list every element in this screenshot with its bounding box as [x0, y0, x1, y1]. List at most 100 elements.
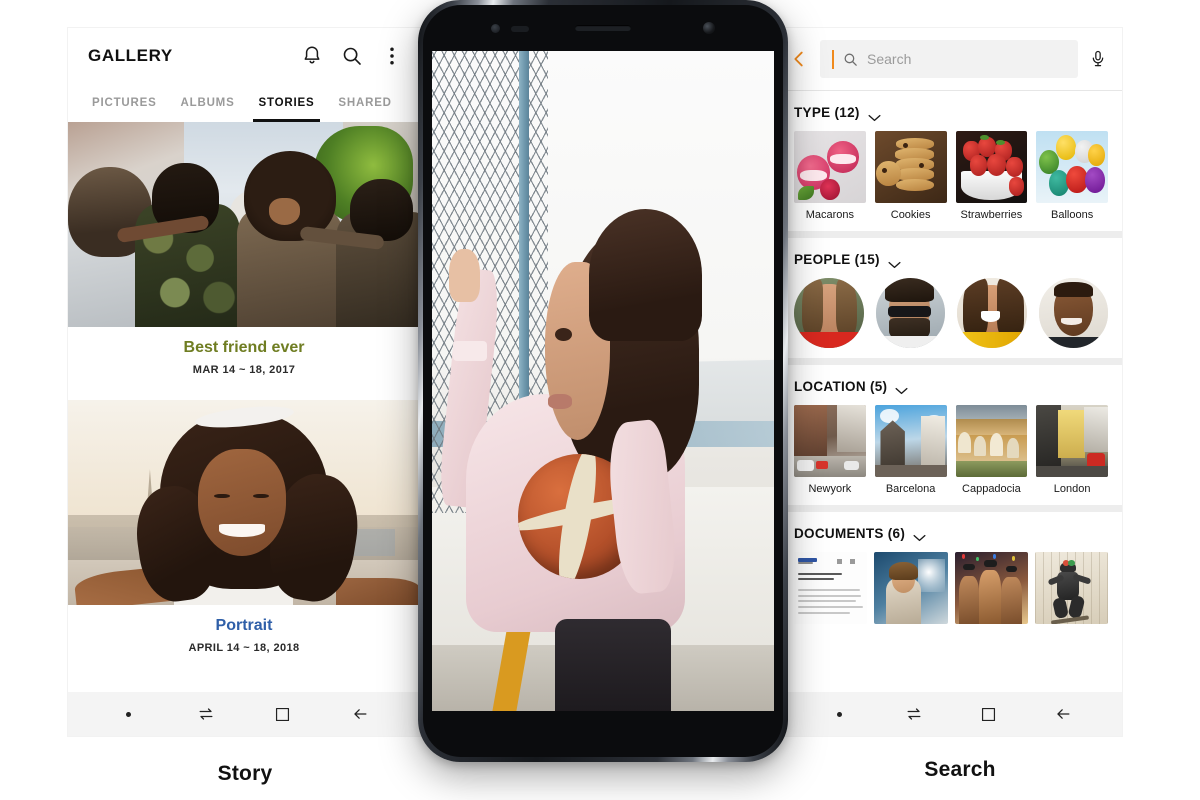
- more-options-icon[interactable]: [380, 44, 404, 68]
- section-type: TYPE (12) Macarons Cookies Strawberries …: [780, 91, 1122, 231]
- tab-pictures[interactable]: PICTURES: [80, 84, 169, 122]
- nav-dot-button[interactable]: [828, 703, 850, 725]
- thumbnail-label: Cappadocia: [962, 482, 1021, 495]
- type-item-macarons[interactable]: Macarons: [794, 131, 866, 221]
- document-item-party-photo[interactable]: [954, 551, 1028, 624]
- earpiece-speaker: [575, 25, 631, 31]
- section-title: PEOPLE (15): [794, 252, 880, 267]
- story-photo-friends[interactable]: [68, 122, 420, 327]
- section-header-documents[interactable]: DOCUMENTS (6): [780, 526, 1122, 542]
- avatar[interactable]: [875, 278, 945, 348]
- document-item-skater-photo[interactable]: [1034, 551, 1108, 624]
- location-item-cappadocia[interactable]: Cappadocia: [955, 404, 1028, 495]
- chevron-down-icon[interactable]: [888, 256, 901, 268]
- document-item-text-page[interactable]: [794, 551, 868, 624]
- thumbnail-image: [794, 404, 866, 477]
- story-card-portrait[interactable]: Portrait APRIL 14 ~ 18, 2018: [68, 400, 420, 670]
- section-title: LOCATION (5): [794, 378, 888, 394]
- story-caption: Portrait APRIL 14 ~ 18, 2018: [68, 605, 420, 670]
- notification-bell-icon[interactable]: [300, 44, 324, 68]
- header-actions: [300, 44, 404, 68]
- search-icon[interactable]: [340, 44, 364, 68]
- location-thumbnail-row: Newyork Barcelona Cappadocia London: [780, 404, 1122, 495]
- screenshot-root: GALLERY PICTURES ALBUMS STORIES SHARED B…: [0, 0, 1200, 800]
- nav-back-button[interactable]: [1052, 703, 1074, 725]
- nav-home-button[interactable]: [272, 703, 294, 725]
- back-chevron-icon[interactable]: [788, 48, 810, 70]
- thumbnail-image: [1036, 131, 1108, 203]
- avatar[interactable]: [1038, 278, 1108, 348]
- story-date: MAR 14 ~ 18, 2017: [192, 364, 296, 376]
- chevron-down-icon[interactable]: [895, 382, 908, 395]
- document-item-kid-photo[interactable]: [874, 551, 948, 624]
- story-date: APRIL 14 ~ 18, 2018: [188, 642, 300, 654]
- section-location: LOCATION (5) Newyork Barcelona Cappadoci…: [780, 365, 1122, 505]
- light-sensor-icon: [511, 26, 529, 32]
- story-device-caption: Story: [217, 762, 273, 785]
- thumbnail-label: Newyork: [808, 482, 852, 495]
- type-item-balloons[interactable]: Balloons: [1036, 131, 1108, 221]
- section-people: PEOPLE (15): [780, 238, 1122, 358]
- thumbnail-image: [955, 131, 1028, 203]
- thumbnail-label: Cookies: [890, 209, 931, 221]
- section-separator: [780, 231, 1122, 238]
- gallery-header: GALLERY: [68, 28, 420, 84]
- type-item-cookies[interactable]: Cookies: [874, 131, 947, 221]
- story-title: Best friend ever: [183, 339, 305, 356]
- story-title: Portrait: [215, 617, 273, 634]
- story-divider: [68, 392, 420, 400]
- section-documents: DOCUMENTS (6): [780, 512, 1122, 634]
- section-separator: [780, 357, 1122, 365]
- tab-stories[interactable]: STORIES: [247, 84, 327, 122]
- phone-screen-photo[interactable]: [432, 51, 774, 711]
- section-header-location[interactable]: LOCATION (5): [780, 378, 1122, 395]
- search-header: Search: [780, 28, 1122, 90]
- thumbnail-image: [1036, 404, 1108, 477]
- story-photo-portrait[interactable]: [68, 400, 420, 605]
- location-item-london[interactable]: London: [1036, 404, 1108, 495]
- nav-home-button[interactable]: [977, 703, 999, 725]
- android-navbar: [68, 692, 420, 736]
- story-caption: Best friend ever MAR 14 ~ 18, 2017: [68, 327, 420, 392]
- location-item-barcelona[interactable]: Barcelona: [874, 404, 947, 495]
- nav-recents-button[interactable]: [195, 703, 217, 725]
- thumbnail-image: [874, 404, 947, 477]
- section-title: TYPE (12): [794, 105, 860, 120]
- nav-dot-button[interactable]: [118, 703, 140, 725]
- story-device-screen: GALLERY PICTURES ALBUMS STORIES SHARED B…: [68, 28, 420, 736]
- thumbnail-image: [955, 404, 1028, 477]
- search-device-screen: Search TYPE (12) Macarons Cookies Strawb…: [780, 28, 1122, 736]
- search-glass-icon: [842, 51, 859, 68]
- phone-body: [423, 5, 783, 757]
- thumbnail-label: Macarons: [805, 209, 855, 221]
- search-device-caption: Search: [924, 758, 996, 781]
- tab-shared[interactable]: SHARED: [326, 84, 403, 122]
- avatar[interactable]: [957, 278, 1027, 348]
- type-thumbnail-row: Macarons Cookies Strawberries Balloons: [780, 131, 1122, 221]
- section-header-people[interactable]: PEOPLE (15): [780, 252, 1122, 268]
- thumbnail-image: [874, 131, 947, 203]
- nav-back-button[interactable]: [349, 703, 371, 725]
- section-separator: [780, 504, 1122, 512]
- nav-recents-button[interactable]: [903, 703, 925, 725]
- search-input[interactable]: Search: [820, 40, 1078, 78]
- chevron-down-icon[interactable]: [913, 529, 926, 542]
- thumbnail-label: London: [1053, 482, 1091, 495]
- people-avatar-row: [780, 278, 1122, 348]
- center-phone-device: [418, 0, 788, 762]
- search-placeholder: Search: [867, 51, 912, 67]
- front-camera-icon: [703, 22, 715, 34]
- phone-top-bezel: [423, 5, 783, 51]
- microphone-icon[interactable]: [1088, 49, 1108, 69]
- location-item-newyork[interactable]: Newyork: [794, 404, 866, 495]
- tab-albums[interactable]: ALBUMS: [169, 84, 247, 122]
- type-item-strawberries[interactable]: Strawberries: [955, 131, 1028, 221]
- section-header-type[interactable]: TYPE (12): [780, 105, 1122, 121]
- proximity-sensor-icon: [491, 24, 500, 33]
- page-title: GALLERY: [88, 46, 173, 65]
- documents-thumbnail-row: [780, 551, 1122, 624]
- chevron-down-icon[interactable]: [868, 109, 881, 121]
- story-card-best-friend-ever[interactable]: Best friend ever MAR 14 ~ 18, 2017: [68, 122, 420, 392]
- avatar[interactable]: [794, 278, 864, 348]
- thumbnail-image: [794, 131, 866, 203]
